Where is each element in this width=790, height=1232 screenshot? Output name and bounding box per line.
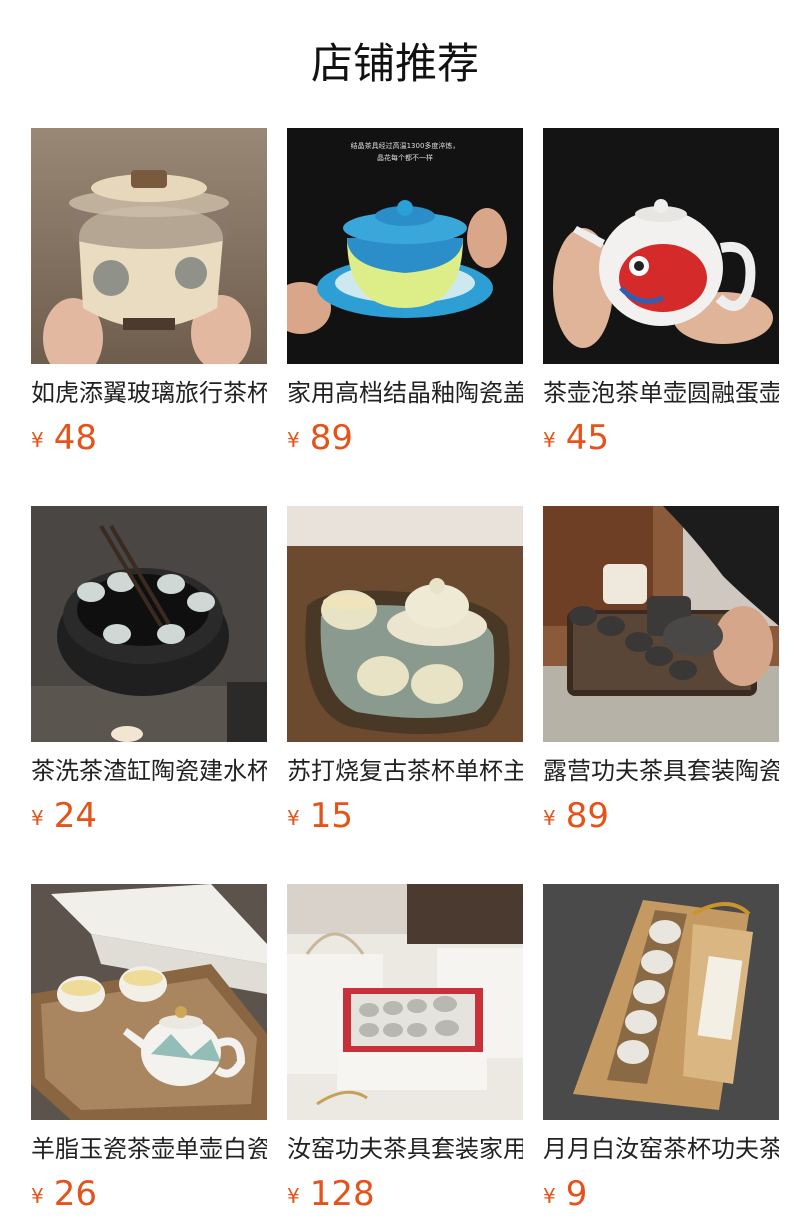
product-card[interactable]: 露营功夫茶具套装陶瓷 ¥89 [543, 506, 779, 838]
koi-teapot-photo-icon [543, 128, 779, 364]
product-card[interactable]: 茶壶泡茶单壶圆融蛋壶 ¥45 [543, 128, 779, 460]
product-price: ¥128 [287, 1172, 523, 1216]
product-card[interactable]: 如虎添翼玻璃旅行茶杯 ¥48 [31, 128, 267, 460]
product-price: ¥48 [31, 416, 267, 460]
price-value: 89 [309, 418, 353, 458]
product-name[interactable]: 月月白汝窑茶杯功夫茶杯 [543, 1132, 779, 1166]
product-name[interactable]: 羊脂玉瓷茶壶单壶白瓷 [31, 1132, 267, 1166]
currency-symbol: ¥ [287, 428, 300, 452]
currency-symbol: ¥ [287, 806, 300, 830]
product-image[interactable] [287, 884, 523, 1120]
product-card[interactable]: 结晶茶具经过高温1300多度淬炼， 晶花每个都不一样 家用高档结晶釉陶瓷盖碗 ¥… [287, 128, 523, 460]
currency-symbol: ¥ [543, 428, 556, 452]
product-name[interactable]: 茶壶泡茶单壶圆融蛋壶 [543, 376, 779, 410]
currency-symbol: ¥ [543, 806, 556, 830]
product-price: ¥89 [543, 794, 779, 838]
tea-washer-bowl-photo-icon [31, 506, 267, 742]
boxed-teacups-photo-icon [543, 884, 779, 1120]
white-teapot-photo-icon [31, 884, 267, 1120]
product-card[interactable]: 羊脂玉瓷茶壶单壶白瓷 ¥26 [31, 884, 267, 1216]
currency-symbol: ¥ [31, 806, 44, 830]
section-title: 店铺推荐 [310, 39, 479, 88]
product-grid: 如虎添翼玻璃旅行茶杯 ¥48 结晶茶具经过高温1300多度淬炼， 晶花每个都不一… [31, 128, 779, 1216]
price-value: 15 [309, 796, 353, 836]
vintage-teacups-photo-icon [287, 506, 523, 742]
product-name[interactable]: 露营功夫茶具套装陶瓷 [543, 754, 779, 788]
product-image[interactable] [543, 128, 779, 364]
product-image[interactable] [543, 506, 779, 742]
gaiwan-cup-photo-icon [31, 128, 267, 364]
currency-symbol: ¥ [543, 1184, 556, 1208]
svg-text:结晶茶具经过高温1300多度淬炼，: 结晶茶具经过高温1300多度淬炼， [351, 141, 460, 150]
product-price: ¥24 [31, 794, 267, 838]
product-name[interactable]: 家用高档结晶釉陶瓷盖碗 [287, 376, 523, 410]
camping-tea-set-photo-icon [543, 506, 779, 742]
price-value: 128 [309, 1174, 375, 1214]
price-value: 26 [53, 1174, 97, 1214]
svg-text:晶花每个都不一样: 晶花每个都不一样 [377, 153, 433, 162]
price-value: 89 [565, 796, 609, 836]
price-value: 45 [565, 418, 609, 458]
product-price: ¥89 [287, 416, 523, 460]
price-value: 9 [565, 1174, 588, 1214]
price-value: 48 [53, 418, 97, 458]
product-image[interactable] [31, 506, 267, 742]
product-name[interactable]: 苏打烧复古茶杯单杯主人杯 [287, 754, 523, 788]
product-price: ¥26 [31, 1172, 267, 1216]
currency-symbol: ¥ [31, 1184, 44, 1208]
product-price: ¥45 [543, 416, 779, 460]
price-value: 24 [53, 796, 97, 836]
product-price: ¥15 [287, 794, 523, 838]
blue-gaiwan-photo-icon: 结晶茶具经过高温1300多度淬炼， 晶花每个都不一样 [287, 128, 523, 364]
product-name[interactable]: 汝窑功夫茶具套装家用 [287, 1132, 523, 1166]
product-card[interactable]: 苏打烧复古茶杯单杯主人杯 ¥15 [287, 506, 523, 838]
currency-symbol: ¥ [287, 1184, 300, 1208]
product-image[interactable] [287, 506, 523, 742]
product-card[interactable]: 茶洗茶渣缸陶瓷建水杯洗 ¥24 [31, 506, 267, 838]
product-price: ¥9 [543, 1172, 779, 1216]
currency-symbol: ¥ [31, 428, 44, 452]
product-name[interactable]: 茶洗茶渣缸陶瓷建水杯洗 [31, 754, 267, 788]
product-card[interactable]: 汝窑功夫茶具套装家用 ¥128 [287, 884, 523, 1216]
product-card[interactable]: 月月白汝窑茶杯功夫茶杯 ¥9 [543, 884, 779, 1216]
ru-kiln-gift-set-photo-icon [287, 884, 523, 1120]
product-image[interactable] [543, 884, 779, 1120]
product-image[interactable] [31, 884, 267, 1120]
product-image[interactable] [31, 128, 267, 364]
product-image[interactable]: 结晶茶具经过高温1300多度淬炼， 晶花每个都不一样 [287, 128, 523, 364]
product-name[interactable]: 如虎添翼玻璃旅行茶杯 [31, 376, 267, 410]
